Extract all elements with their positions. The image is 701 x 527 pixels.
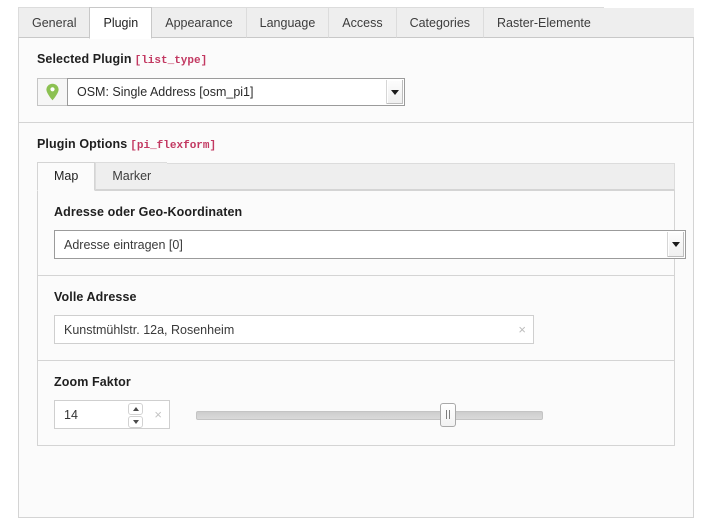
caret-glyph xyxy=(391,89,399,95)
plugin-options-label: Plugin Options [pi_flexform] xyxy=(37,137,675,152)
selected-plugin-section: Selected Plugin [list_type] OSM: Single A… xyxy=(19,38,693,122)
selected-plugin-label-text: Selected Plugin xyxy=(37,52,132,66)
zoom-factor-row: × xyxy=(54,400,658,429)
flexform-tab-map[interactable]: Map xyxy=(37,162,96,191)
address-mode-value: Adresse eintragen [0] xyxy=(64,237,183,252)
tab-general[interactable]: General xyxy=(18,7,90,38)
chevron-down-icon[interactable] xyxy=(667,232,684,257)
address-mode-label: Adresse oder Geo-Koordinaten xyxy=(54,205,243,219)
address-mode-field: Adresse oder Geo-Koordinaten Adresse ein… xyxy=(38,191,686,275)
zoom-factor-input[interactable] xyxy=(55,406,169,423)
plugin-options-section: Plugin Options [pi_flexform] Map Marker A… xyxy=(19,122,693,462)
chevron-up-icon[interactable] xyxy=(128,403,143,415)
address-mode-select[interactable]: Adresse eintragen [0] xyxy=(54,230,686,259)
slider-thumb[interactable] xyxy=(440,402,456,427)
plugin-options-label-text: Plugin Options xyxy=(37,137,128,151)
flexform-map-panel: Adresse oder Geo-Koordinaten Adresse ein… xyxy=(37,191,686,446)
tab-categories[interactable]: Categories xyxy=(395,7,484,38)
selected-plugin-control: OSM: Single Address [osm_pi1] xyxy=(37,78,405,106)
full-address-field: Volle Adresse × xyxy=(38,275,674,360)
plugin-icon-box xyxy=(37,78,67,106)
flexform-tab-marker[interactable]: Marker xyxy=(95,162,168,190)
tab-plugin[interactable]: Plugin xyxy=(89,7,153,39)
thumb-grip-line xyxy=(449,410,450,419)
zoom-factor-slider[interactable] xyxy=(196,402,543,427)
selected-plugin-select[interactable]: OSM: Single Address [osm_pi1] xyxy=(67,78,405,106)
zoom-factor-stepper: × xyxy=(54,400,170,429)
chevron-down-icon[interactable] xyxy=(128,416,143,428)
main-tab-bar: General Plugin Appearance Language Acces… xyxy=(18,7,694,39)
tab-access[interactable]: Access xyxy=(328,7,396,38)
full-address-input[interactable] xyxy=(54,315,534,344)
flexform-tab-filler xyxy=(167,163,675,190)
map-pin-icon xyxy=(45,83,60,101)
selected-plugin-label: Selected Plugin [list_type] xyxy=(37,52,675,67)
tab-language[interactable]: Language xyxy=(245,7,329,38)
clear-icon[interactable]: × xyxy=(518,315,526,344)
selected-plugin-field-code: [list_type] xyxy=(134,55,208,67)
zoom-factor-spin-buttons xyxy=(128,403,143,428)
clear-icon[interactable]: × xyxy=(154,401,162,428)
selected-plugin-value: OSM: Single Address [osm_pi1] xyxy=(77,85,254,99)
chevron-down-glyph xyxy=(132,420,139,424)
chevron-up-glyph xyxy=(132,407,139,411)
full-address-input-wrap: × xyxy=(54,315,534,344)
caret-glyph xyxy=(672,242,680,247)
plugin-options-field-code: [pi_flexform] xyxy=(130,140,217,152)
slider-track[interactable] xyxy=(196,410,543,420)
zoom-factor-field: Zoom Faktor 14 × xyxy=(38,360,674,445)
thumb-grip-line xyxy=(446,410,447,419)
full-address-label: Volle Adresse xyxy=(54,290,137,304)
plugin-tab-panel: Selected Plugin [list_type] OSM: Single A… xyxy=(18,38,694,518)
zoom-factor-label: Zoom Faktor xyxy=(54,375,131,389)
flexform-tab-bar: Map Marker xyxy=(37,162,675,191)
tab-raster-elemente[interactable]: Raster-Elemente xyxy=(483,7,604,38)
chevron-down-icon[interactable] xyxy=(386,80,403,104)
tab-bar-filler xyxy=(603,8,694,38)
plugin-settings-screen: General Plugin Appearance Language Acces… xyxy=(0,0,701,527)
tab-appearance[interactable]: Appearance xyxy=(152,7,246,38)
